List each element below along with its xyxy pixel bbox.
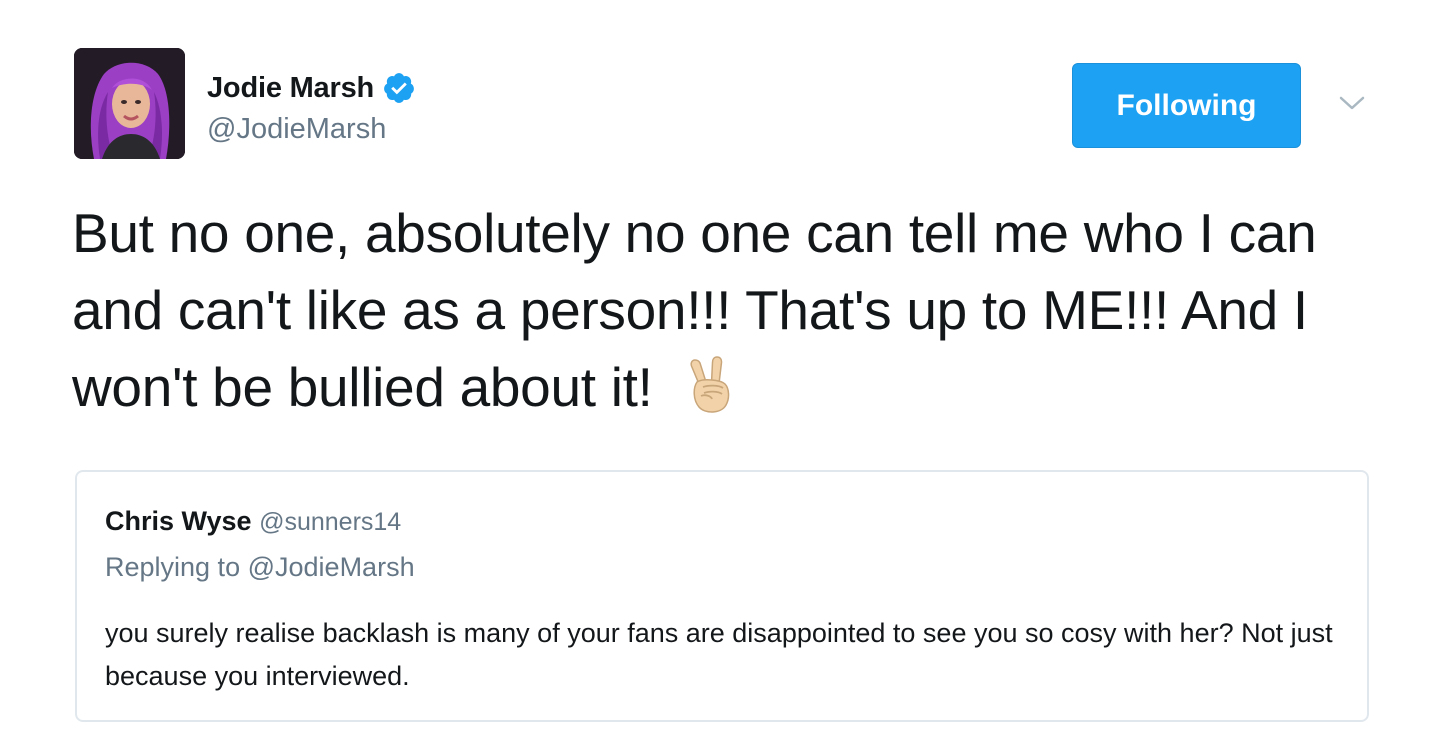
- verified-badge-icon: [382, 71, 416, 105]
- author-handle[interactable]: @JodieMarsh: [207, 113, 386, 146]
- replying-to-prefix: Replying to: [105, 552, 241, 582]
- chevron-down-icon[interactable]: [1337, 88, 1367, 118]
- quoted-author-name: Chris Wyse: [105, 506, 252, 536]
- tweet-text: But no one, absolutely no one can tell m…: [72, 195, 1392, 426]
- replying-to-line: Replying to @JodieMarsh: [105, 552, 415, 583]
- tweet-card: Jodie Marsh @JodieMarsh Following But no…: [0, 0, 1440, 743]
- avatar[interactable]: [74, 48, 185, 159]
- author-name-row[interactable]: Jodie Marsh: [207, 68, 416, 108]
- avatar-image: [74, 48, 185, 159]
- following-button[interactable]: Following: [1072, 63, 1301, 148]
- victory-hand-emoji-icon: [681, 354, 739, 416]
- quoted-tweet-text: you surely realise backlash is many of y…: [105, 618, 1333, 691]
- quoted-tweet-header: Chris Wyse @sunners14: [105, 506, 401, 537]
- quoted-author-handle: @sunners14: [259, 508, 402, 536]
- replying-to-mention[interactable]: @JodieMarsh: [248, 552, 415, 582]
- quoted-tweet[interactable]: Chris Wyse @sunners14 Replying to @Jodie…: [75, 470, 1369, 722]
- author-display-name[interactable]: Jodie Marsh: [207, 72, 374, 105]
